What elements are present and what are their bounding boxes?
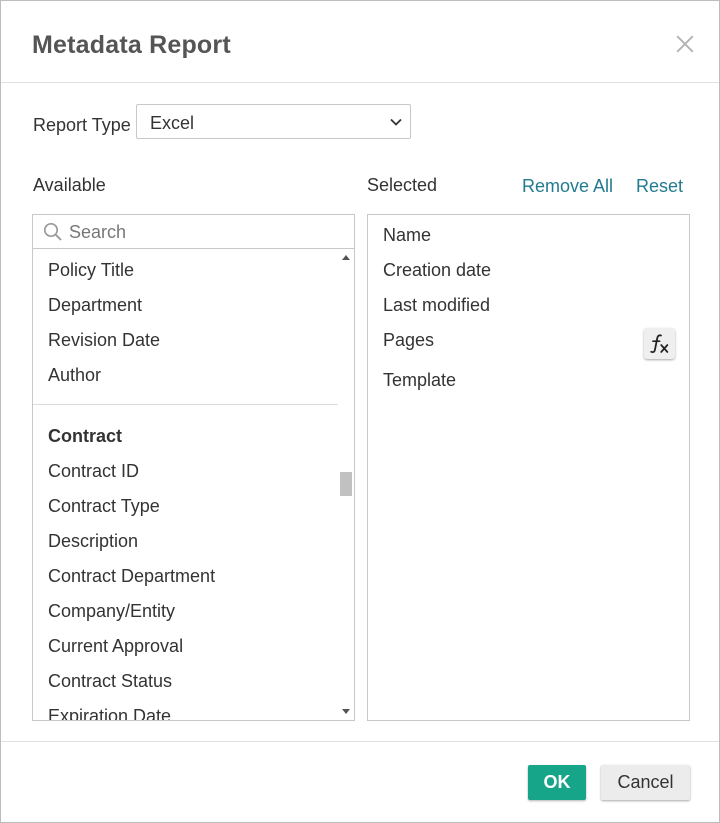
selected-label: Selected — [367, 175, 438, 195]
group-divider — [33, 404, 338, 405]
list-item[interactable]: Contract Department — [48, 566, 215, 587]
list-item[interactable]: Description — [48, 531, 138, 552]
list-item[interactable]: Current Approval — [48, 636, 183, 657]
search-input[interactable] — [69, 219, 344, 245]
list-item[interactable]: Expiration Date — [48, 706, 171, 720]
fx-icon — [650, 334, 669, 354]
selected-item[interactable]: Name — [383, 225, 431, 246]
selected-item[interactable]: Pages — [383, 330, 434, 351]
available-scrollbar[interactable] — [338, 250, 354, 720]
selected-list-panel: Name Creation date Last modified Pages T… — [367, 214, 690, 721]
scrollbar-thumb[interactable] — [340, 472, 352, 496]
search-icon — [43, 222, 62, 241]
list-item[interactable]: Company/Entity — [48, 601, 175, 622]
dialog-header: Metadata Report — [1, 1, 719, 83]
selected-item[interactable]: Creation date — [383, 260, 491, 281]
search-box — [33, 215, 354, 249]
formula-button[interactable] — [644, 328, 675, 359]
report-type-value: Excel — [150, 113, 195, 133]
available-label: Available — [33, 175, 106, 195]
report-type-label: Report Type — [33, 115, 131, 135]
cancel-button[interactable]: Cancel — [601, 765, 690, 800]
list-item[interactable]: Revision Date — [48, 330, 160, 351]
available-list-panel: Policy Title Department Revision Date Au… — [32, 214, 355, 721]
list-item[interactable]: Policy Title — [48, 260, 134, 281]
remove-all-link[interactable]: Remove All — [522, 176, 613, 197]
list-item[interactable]: Contract Status — [48, 671, 172, 692]
selected-item[interactable]: Template — [383, 370, 456, 391]
metadata-report-dialog: Metadata Report Report Type Excel Availa… — [0, 0, 720, 823]
scroll-down-icon[interactable] — [342, 709, 350, 714]
list-item[interactable]: Department — [48, 295, 142, 316]
list-item[interactable]: Author — [48, 365, 101, 386]
ok-button[interactable]: OK — [528, 765, 586, 800]
report-type-select[interactable]: Excel — [136, 104, 411, 139]
selected-item[interactable]: Last modified — [383, 295, 490, 316]
footer-divider — [1, 741, 719, 742]
scroll-up-icon[interactable] — [342, 255, 350, 260]
close-icon[interactable] — [673, 32, 697, 56]
chevron-down-icon — [390, 118, 402, 126]
list-item[interactable]: Contract ID — [48, 461, 139, 482]
group-header: Contract — [48, 426, 123, 446]
reset-link[interactable]: Reset — [636, 176, 683, 197]
list-item[interactable]: Contract Type — [48, 496, 160, 517]
dialog-title: Metadata Report — [32, 31, 231, 59]
available-list[interactable]: Policy Title Department Revision Date Au… — [33, 250, 338, 720]
